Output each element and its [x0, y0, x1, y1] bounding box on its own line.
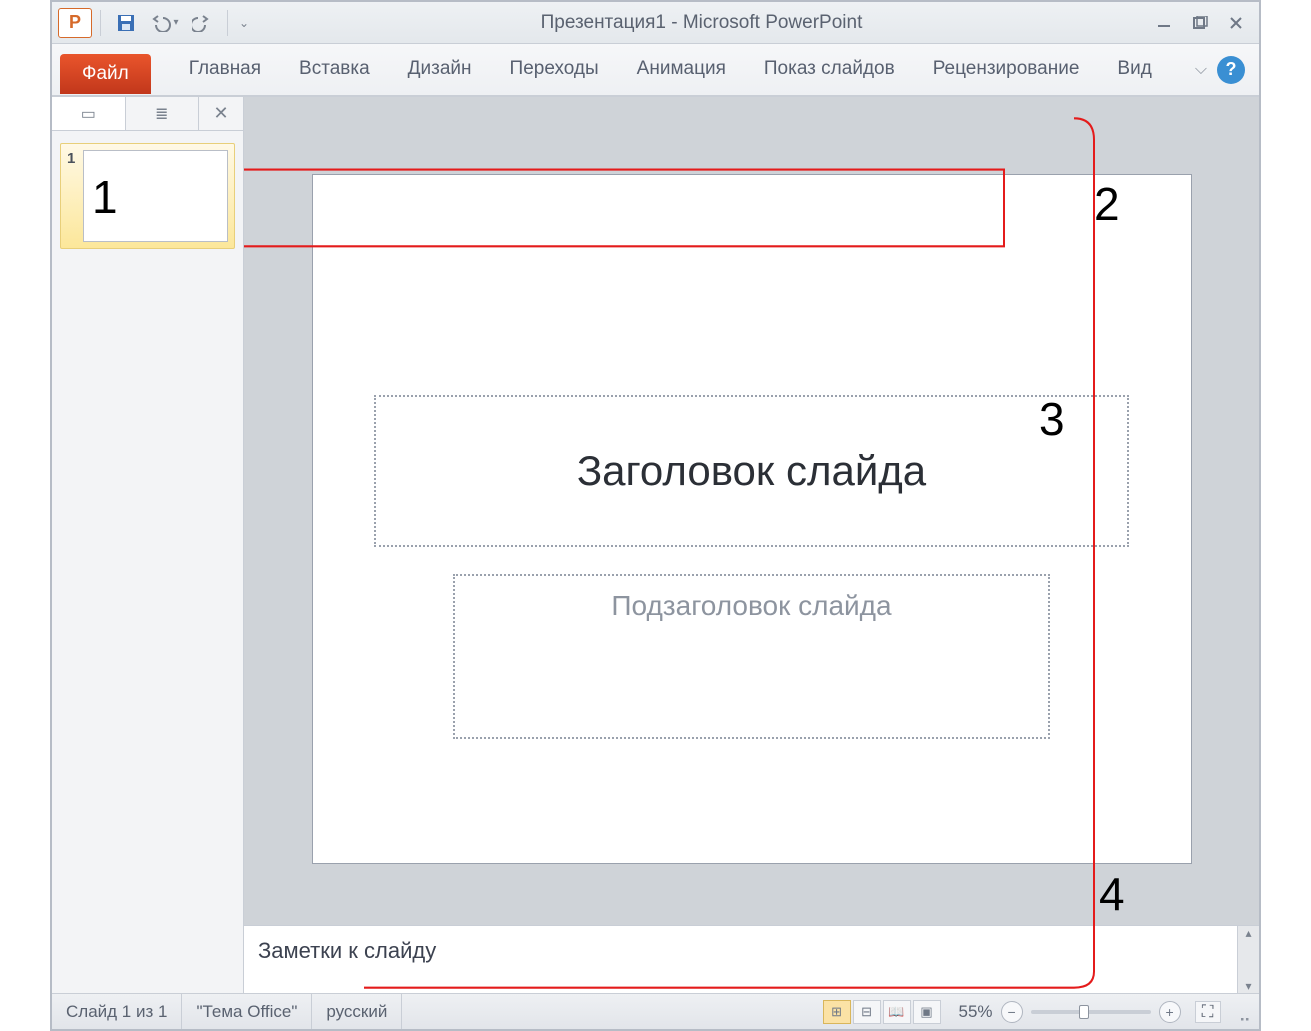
separator [227, 10, 228, 36]
notes-scrollbar[interactable]: ▴ ▾ [1237, 926, 1259, 993]
quick-access-toolbar: P ▾ ⌄ [52, 8, 252, 38]
tab-animations[interactable]: Анимация [619, 50, 744, 90]
panel-tab-outline[interactable]: ≣ [126, 97, 200, 130]
file-tab[interactable]: Файл [60, 54, 151, 94]
app-window: P ▾ ⌄ Презентация1 - Microsoft PowerPoin… [50, 0, 1261, 1031]
redo-icon [192, 14, 212, 32]
close-button[interactable] [1223, 12, 1249, 34]
slideshow-view-button[interactable]: ▣ [913, 1000, 941, 1024]
title-bar: P ▾ ⌄ Презентация1 - Microsoft PowerPoin… [52, 2, 1259, 44]
window-controls [1151, 12, 1259, 34]
ribbon-collapse-button[interactable]: ⌵ [1195, 61, 1207, 79]
workspace: ▭ ≣ ✕ 1 Заголовок слайда Подзаголовок сл [52, 96, 1259, 993]
tab-insert[interactable]: Вставка [281, 50, 388, 90]
tab-slideshow[interactable]: Показ слайдов [746, 50, 913, 90]
slide-canvas[interactable]: Заголовок слайда Подзаголовок слайда [312, 174, 1192, 864]
language-info[interactable]: русский [312, 994, 402, 1029]
restore-button[interactable] [1187, 12, 1213, 34]
app-menu-button[interactable]: P [58, 8, 92, 38]
panel-tab-slides[interactable]: ▭ [52, 97, 126, 130]
view-buttons: ⊞ ⊟ 📖 ▣ [815, 1000, 949, 1024]
separator [100, 10, 101, 36]
thumbnail-preview [83, 150, 228, 242]
zoom-controls: 55% − + ⛶ [949, 1001, 1231, 1023]
subtitle-placeholder-text: Подзаголовок слайда [611, 590, 891, 622]
redo-button[interactable] [185, 8, 219, 38]
chevron-down-icon: ▾ [173, 17, 178, 28]
panel-close-button[interactable]: ✕ [199, 97, 243, 130]
minimize-button[interactable] [1151, 12, 1177, 34]
tab-review[interactable]: Рецензирование [915, 50, 1098, 90]
normal-view-button[interactable]: ⊞ [823, 1000, 851, 1024]
thumbnail-number: 1 [67, 150, 75, 167]
tab-transitions[interactable]: Переходы [492, 50, 617, 90]
window-title: Презентация1 - Microsoft PowerPoint [252, 12, 1151, 34]
sorter-view-button[interactable]: ⊟ [853, 1000, 881, 1024]
slide-thumbnail[interactable]: 1 [60, 143, 235, 249]
tab-home[interactable]: Главная [171, 50, 279, 90]
zoom-percent[interactable]: 55% [959, 1002, 993, 1022]
powerpoint-p-icon: P [69, 12, 81, 33]
title-placeholder-text: Заголовок слайда [577, 447, 926, 495]
subtitle-placeholder[interactable]: Подзаголовок слайда [453, 574, 1050, 739]
slide-canvas-area: Заголовок слайда Подзаголовок слайда [244, 97, 1259, 925]
fit-to-window-button[interactable]: ⛶ [1195, 1001, 1221, 1023]
resize-grip-icon[interactable]: ⣀ [1231, 1002, 1259, 1022]
thumbnails: 1 [52, 131, 243, 261]
ribbon-tabs: Файл Главная Вставка Дизайн Переходы Ани… [52, 44, 1259, 96]
notes-placeholder-text: Заметки к слайду [258, 938, 436, 963]
tab-view[interactable]: Вид [1099, 50, 1169, 90]
scroll-down-icon: ▾ [1245, 979, 1251, 993]
save-icon [116, 13, 136, 33]
undo-button[interactable]: ▾ [147, 8, 181, 38]
ribbon-end: ⌵ ? [1172, 56, 1259, 84]
zoom-in-button[interactable]: + [1159, 1001, 1181, 1023]
minimize-icon [1156, 17, 1172, 29]
title-placeholder[interactable]: Заголовок слайда [374, 395, 1129, 546]
zoom-slider[interactable] [1031, 1010, 1151, 1014]
close-icon [1228, 16, 1244, 30]
slides-panel: ▭ ≣ ✕ 1 [52, 97, 244, 993]
scroll-up-icon: ▴ [1245, 926, 1251, 940]
save-button[interactable] [109, 8, 143, 38]
chevron-down-icon: ⌄ [239, 16, 249, 30]
zoom-out-button[interactable]: − [1001, 1001, 1023, 1023]
zoom-slider-thumb[interactable] [1079, 1005, 1089, 1019]
restore-icon [1192, 16, 1208, 30]
notes-pane[interactable]: Заметки к слайду ▴ ▾ [244, 925, 1259, 993]
slide-info: Слайд 1 из 1 [52, 994, 182, 1029]
help-button[interactable]: ? [1217, 56, 1245, 84]
reading-view-button[interactable]: 📖 [883, 1000, 911, 1024]
qat-customize-button[interactable]: ⌄ [236, 8, 252, 38]
undo-icon [149, 14, 171, 32]
tab-design[interactable]: Дизайн [390, 50, 490, 90]
editor-column: Заголовок слайда Подзаголовок слайда Зам… [244, 97, 1259, 993]
theme-info: "Тема Office" [182, 994, 312, 1029]
panel-tabs: ▭ ≣ ✕ [52, 97, 243, 131]
status-bar: Слайд 1 из 1 "Тема Office" русский ⊞ ⊟ 📖… [52, 993, 1259, 1029]
